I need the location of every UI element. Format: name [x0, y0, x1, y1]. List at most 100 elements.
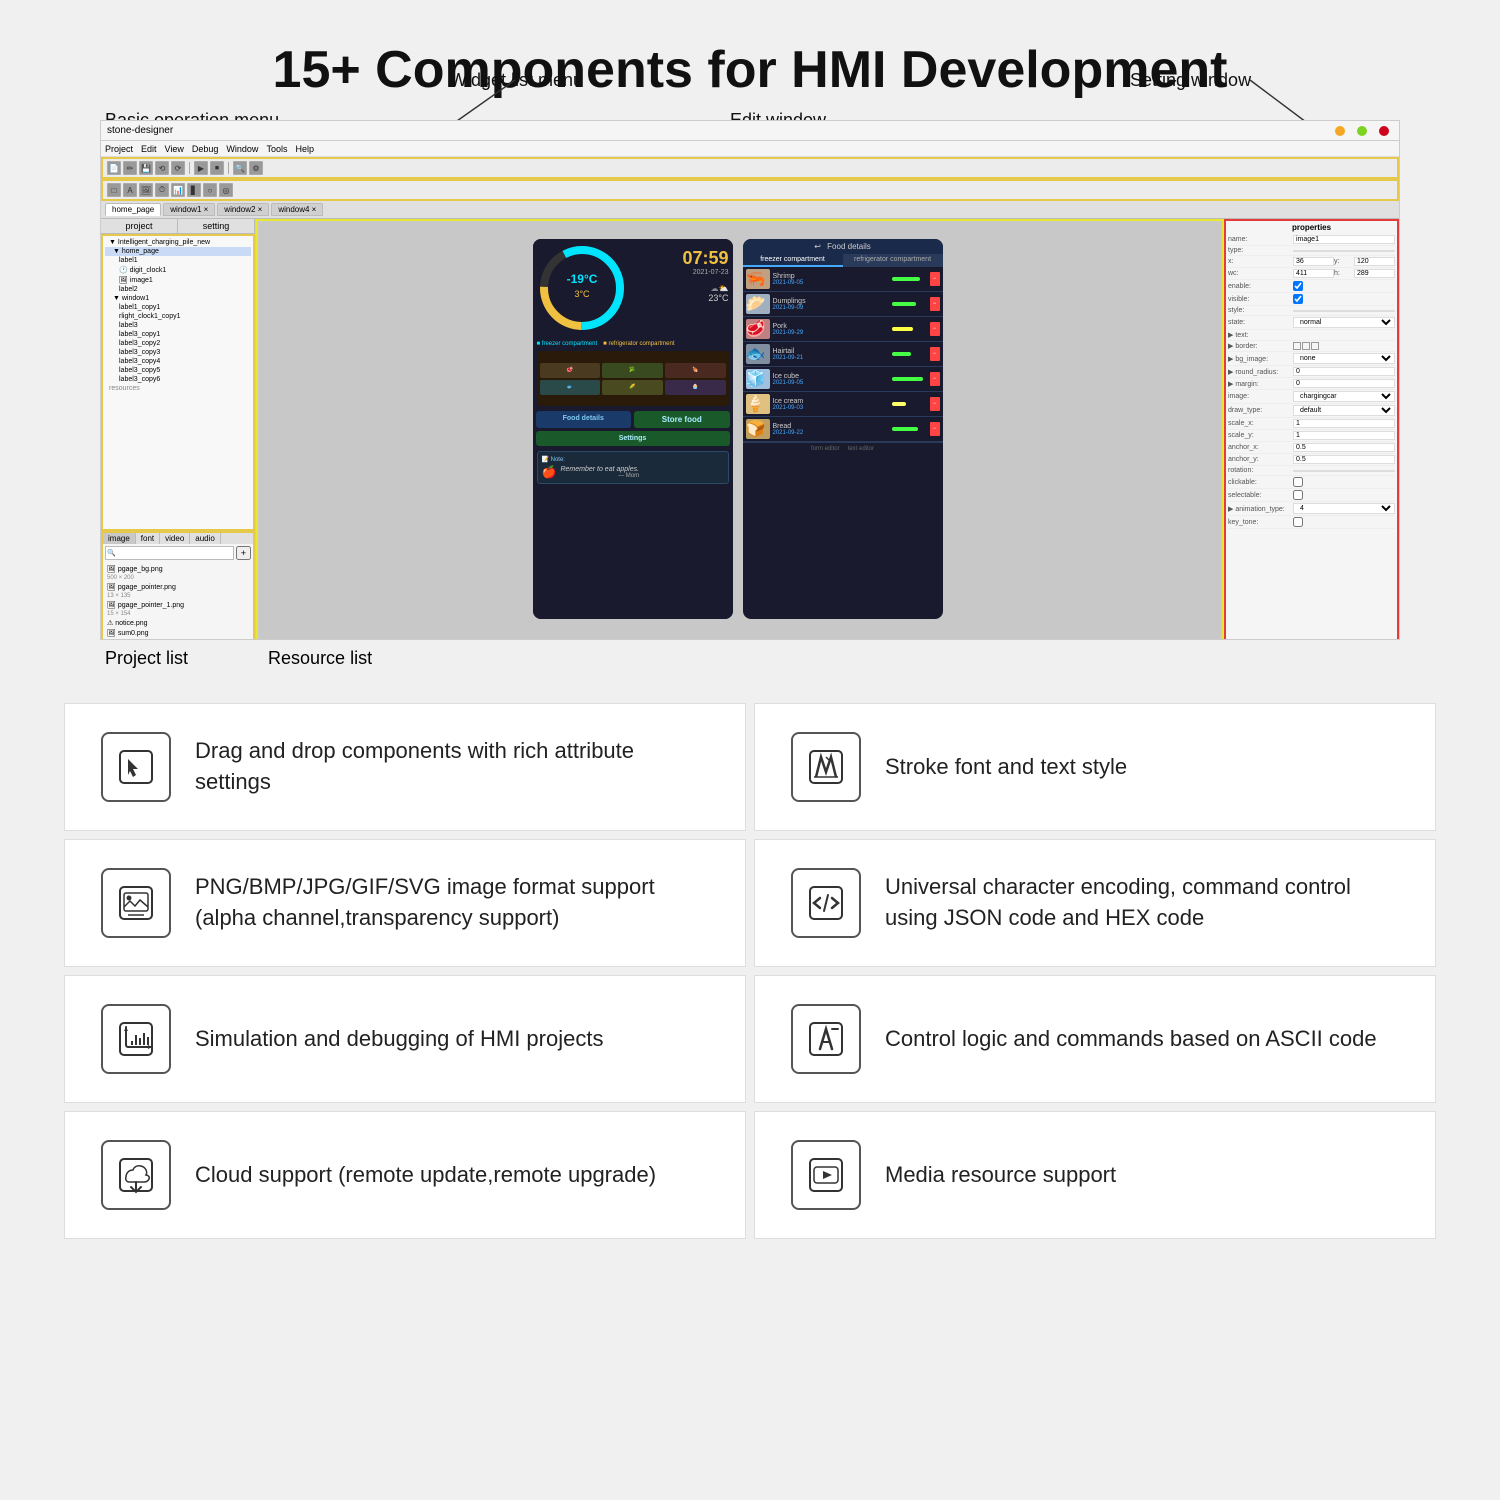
menu-window[interactable]: Window [226, 144, 258, 154]
form-editor-tab[interactable]: form editor [811, 446, 840, 452]
prop-x-value[interactable]: 36 [1293, 257, 1334, 266]
tree-item[interactable]: label3_copy2 [105, 339, 251, 348]
maximize-btn[interactable] [1357, 126, 1367, 136]
food-tab-fridge[interactable]: refrigerator compartment [843, 254, 943, 267]
prop-draw-type-select[interactable]: default [1293, 405, 1395, 416]
tree-item[interactable]: ▼ home_page [105, 247, 251, 256]
prop-scale-x-value[interactable]: 1 [1293, 419, 1395, 428]
toolbar-icon-3[interactable]: 💾 [139, 161, 153, 175]
left-tab-project[interactable]: project [101, 219, 178, 233]
food-delete-btn[interactable]: − [930, 397, 940, 411]
menu-help[interactable]: Help [295, 144, 314, 154]
tab-window4[interactable]: window4 × [271, 203, 323, 216]
list-item[interactable]: 🖼 pgage_pointer_1.png [105, 600, 251, 610]
widget-btn-4[interactable]: ⏱ [155, 183, 169, 197]
tab-home-page[interactable]: home_page [105, 203, 161, 216]
prop-bg-image-select[interactable]: none [1293, 353, 1395, 364]
widget-btn-1[interactable]: □ [107, 183, 121, 197]
tree-item[interactable]: label3 [105, 321, 251, 330]
tree-item[interactable]: 🕐 digit_clock1 [105, 265, 251, 275]
tree-item[interactable]: 🖼 image1 [105, 275, 251, 285]
prop-rotation-value[interactable] [1293, 470, 1395, 472]
list-item[interactable]: 🖼 sum1.png [105, 638, 251, 640]
widget-btn-3[interactable]: 🖼 [139, 183, 153, 197]
food-delete-btn[interactable]: − [930, 422, 940, 436]
res-tab-video[interactable]: video [160, 533, 190, 544]
prop-visible-checkbox[interactable] [1293, 294, 1303, 304]
menu-debug[interactable]: Debug [192, 144, 219, 154]
prop-w-value[interactable]: 411 [1293, 269, 1334, 278]
ide-canvas[interactable]: -19°C 3°C 07:59 2021-07-23 [258, 221, 1222, 640]
tree-item[interactable]: ▼ Intelligent_charging_pile_new [105, 238, 251, 247]
prop-style-value[interactable] [1293, 310, 1395, 312]
tree-item[interactable]: ▼ window1 [105, 294, 251, 303]
prop-h-value[interactable]: 289 [1354, 269, 1395, 278]
menu-project[interactable]: Project [105, 144, 133, 154]
toolbar-icon-1[interactable]: 📄 [107, 161, 121, 175]
menu-view[interactable]: View [165, 144, 184, 154]
toolbar-icon-4[interactable]: ⟲ [155, 161, 169, 175]
food-delete-btn[interactable]: − [930, 347, 940, 361]
food-delete-btn[interactable]: − [930, 322, 940, 336]
widget-btn-6[interactable]: ▋ [187, 183, 201, 197]
prop-anchor-y-value[interactable]: 0.5 [1293, 455, 1395, 464]
tree-item[interactable]: label3_copy1 [105, 330, 251, 339]
widget-btn-7[interactable]: ○ [203, 183, 217, 197]
prop-round-radius-value[interactable]: 0 [1293, 367, 1395, 376]
prop-scale-y-value[interactable]: 1 [1293, 431, 1395, 440]
left-tab-setting[interactable]: setting [178, 219, 255, 233]
widget-btn-5[interactable]: 📊 [171, 183, 185, 197]
res-tab-audio[interactable]: audio [190, 533, 221, 544]
border-color-1[interactable] [1293, 342, 1301, 350]
tree-item[interactable]: label1 [105, 256, 251, 265]
back-icon[interactable]: ↩ [814, 242, 821, 251]
toolbar-icon-8[interactable]: 🔍 [233, 161, 247, 175]
food-delete-btn[interactable]: − [930, 297, 940, 311]
tree-item[interactable]: label3_copy4 [105, 357, 251, 366]
prop-animation-type-select[interactable]: 4 [1293, 503, 1395, 514]
toolbar-icon-6[interactable]: ▶ [194, 161, 208, 175]
tab-window1[interactable]: window1 × [163, 203, 215, 216]
tree-item[interactable]: label3_copy5 [105, 366, 251, 375]
list-item[interactable]: 🖼 pgage_pointer.png [105, 582, 251, 592]
res-tab-font[interactable]: font [136, 533, 160, 544]
food-tab-freezer[interactable]: freezer compartment [743, 254, 843, 267]
prop-clickable-checkbox[interactable] [1293, 477, 1303, 487]
tree-item[interactable]: label3_copy6 [105, 375, 251, 384]
phone-btn-settings[interactable]: Settings [536, 431, 730, 446]
widget-btn-2[interactable]: A [123, 183, 137, 197]
text-editor-tab[interactable]: text editor [848, 446, 874, 452]
menu-edit[interactable]: Edit [141, 144, 157, 154]
prop-enable-checkbox[interactable] [1293, 281, 1303, 291]
food-delete-btn[interactable]: − [930, 272, 940, 286]
toolbar-icon-2[interactable]: ✏ [123, 161, 137, 175]
border-color-3[interactable] [1311, 342, 1319, 350]
res-tab-image[interactable]: image [103, 533, 136, 544]
widget-btn-8[interactable]: ◎ [219, 183, 233, 197]
prop-key-tone-checkbox[interactable] [1293, 517, 1303, 527]
phone-btn-food-details[interactable]: Food details [536, 411, 632, 428]
prop-selectable-checkbox[interactable] [1293, 490, 1303, 500]
food-delete-btn[interactable]: − [930, 372, 940, 386]
tree-item[interactable]: label3_copy3 [105, 348, 251, 357]
prop-state-select[interactable]: normal pressed disabled [1293, 317, 1395, 328]
prop-image-select[interactable]: chargingcar [1293, 391, 1395, 402]
list-item[interactable]: ⚠ notice.png [105, 618, 251, 628]
prop-anchor-x-value[interactable]: 0.5 [1293, 443, 1395, 452]
toolbar-icon-5[interactable]: ⟳ [171, 161, 185, 175]
border-color-2[interactable] [1302, 342, 1310, 350]
prop-name-value[interactable]: image1 [1293, 235, 1395, 244]
tree-item[interactable]: label1_copy1 [105, 303, 251, 312]
resource-search-input[interactable] [105, 546, 234, 560]
prop-type-value[interactable] [1293, 250, 1395, 252]
tree-item[interactable]: rlight_clock1_copy1 [105, 312, 251, 321]
menu-tools[interactable]: Tools [266, 144, 287, 154]
minimize-btn[interactable] [1335, 126, 1345, 136]
list-item[interactable]: 🖼 sum0.png [105, 628, 251, 638]
list-item[interactable]: 🖼 pgage_bg.png [105, 564, 251, 574]
resource-add-btn[interactable]: + [236, 546, 251, 560]
prop-margin-value[interactable]: 0 [1293, 379, 1395, 388]
prop-y-value[interactable]: 120 [1354, 257, 1395, 266]
close-btn[interactable] [1379, 126, 1389, 136]
tab-window2[interactable]: window2 × [217, 203, 269, 216]
